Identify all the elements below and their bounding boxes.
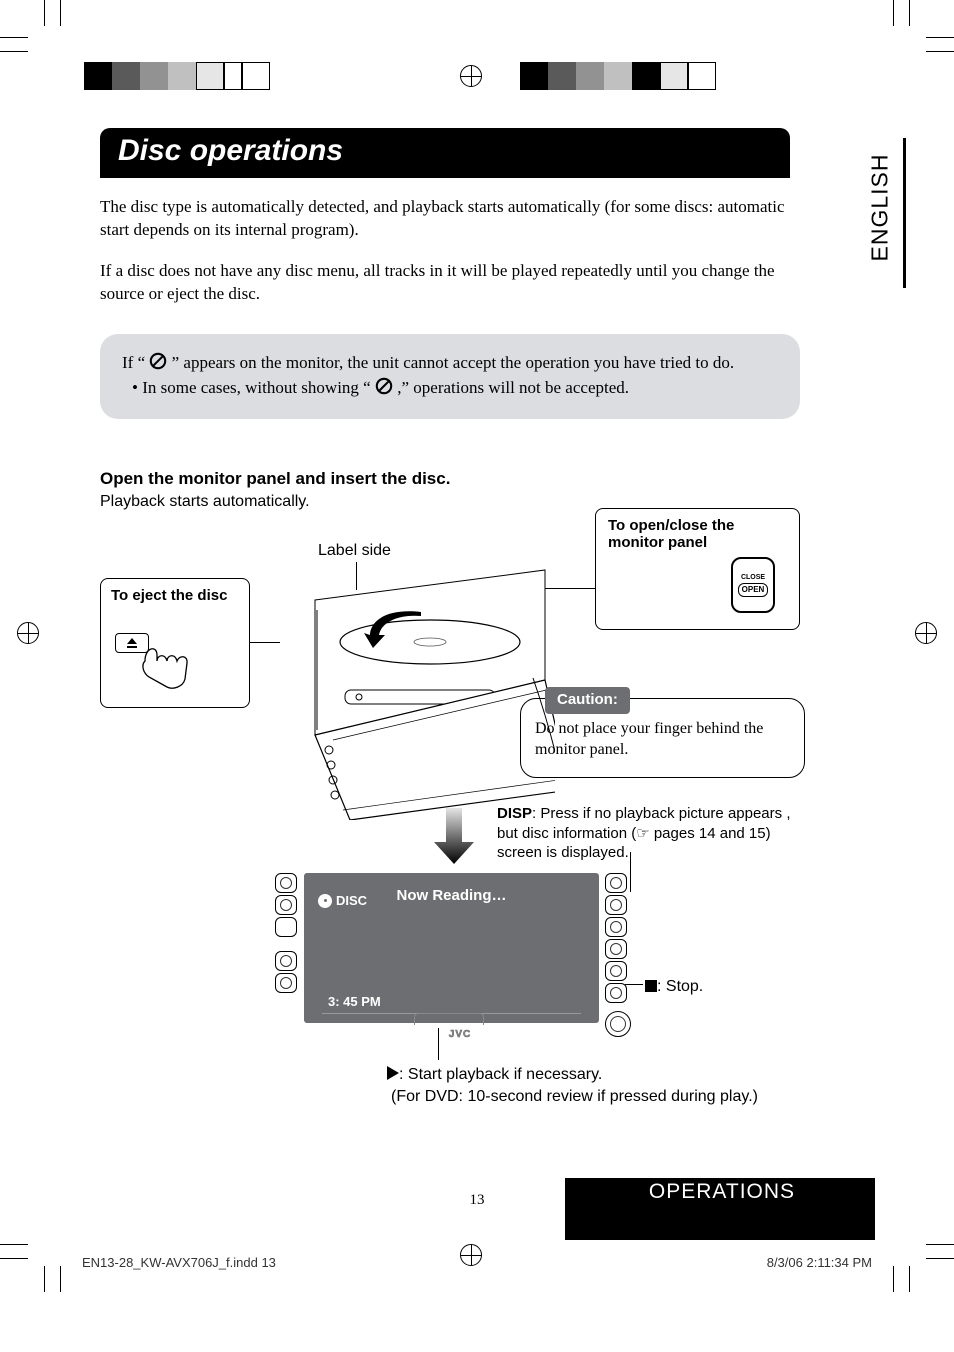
disc-text: DISC [336, 893, 367, 908]
registration-mark-icon [915, 622, 937, 644]
play-note: : Start playback if necessary. (For DVD:… [387, 1064, 758, 1107]
screen-mock: DISC Now Reading… 3: 45 PM JVC [275, 873, 645, 1033]
right-side-buttons [605, 873, 627, 1037]
side-button[interactable] [605, 895, 627, 915]
eject-title: To eject the disc [111, 587, 239, 604]
note-bullet-post: ,” operations will not be accepted. [397, 378, 629, 397]
play-icon [387, 1066, 399, 1080]
arrow-down-icon [434, 808, 474, 864]
open-close-title: To open/close the monitor panel [608, 517, 787, 551]
pointing-finger-icon [139, 643, 189, 693]
open-btn-open-label: OPEN [738, 583, 769, 597]
disc-icon [318, 894, 332, 908]
volume-dial[interactable] [605, 1011, 631, 1037]
registration-mark-icon [460, 1244, 482, 1266]
stop-text: : Stop. [657, 978, 703, 995]
side-button[interactable] [275, 917, 297, 937]
page-number: 13 [470, 1192, 485, 1209]
registration-mark-icon [17, 622, 39, 644]
play-line1: : Start playback if necessary. [399, 1066, 602, 1083]
play-line2: (For DVD: 10-second review if pressed du… [387, 1088, 758, 1105]
side-button[interactable] [605, 939, 627, 959]
crop-marks-top [20, 25, 934, 81]
language-label: ENGLISH [867, 162, 894, 262]
open-btn-close-label: CLOSE [741, 574, 765, 581]
footer-timestamp: 8/3/06 2:11:34 PM [767, 1255, 872, 1270]
caution-badge: Caution: [545, 687, 630, 714]
language-tab: ENGLISH [856, 138, 906, 288]
lcd-screen: DISC Now Reading… 3: 45 PM [304, 873, 599, 1023]
intro-paragraph-2: If a disc does not have any disc menu, a… [100, 260, 790, 306]
disp-note: DISP: Press if no playback picture appea… [497, 804, 802, 863]
eject-icon [126, 638, 138, 648]
disp-text: : Press if no playback picture appears ,… [497, 805, 790, 861]
left-side-buttons [275, 873, 297, 993]
label-side-text: Label side [318, 542, 391, 560]
side-button[interactable] [605, 917, 627, 937]
footer-file-label: EN13-28_KW-AVX706J_f.indd 13 [82, 1255, 276, 1270]
disc-indicator: DISC [318, 893, 367, 908]
page-title: Disc operations [100, 128, 790, 178]
eject-callout: To eject the disc [100, 578, 250, 708]
prohibited-icon [375, 377, 393, 395]
head-unit-illustration [255, 560, 555, 820]
open-close-callout: To open/close the monitor panel CLOSE OP… [595, 508, 800, 630]
registration-mark-icon [460, 65, 482, 87]
note-box: If “ ” appears on the monitor, the unit … [100, 334, 800, 419]
stop-note: : Stop. [645, 978, 703, 996]
side-button[interactable] [275, 873, 297, 893]
screen-status: Now Reading… [396, 887, 506, 904]
open-close-button[interactable]: CLOSE OPEN [731, 557, 775, 613]
side-button[interactable] [275, 951, 297, 971]
side-button[interactable] [605, 873, 627, 893]
screen-time: 3: 45 PM [328, 994, 381, 1009]
section-heading: Open the monitor panel and insert the di… [100, 469, 886, 489]
intro-paragraph-1: The disc type is automatically detected,… [100, 196, 790, 242]
operations-label: OPERATIONS [568, 1180, 876, 1204]
stop-icon [645, 980, 657, 992]
side-button[interactable] [605, 961, 627, 981]
diagram-area: Label side To eject the disc To open/clo… [100, 508, 800, 1128]
note-line1-post: ” appears on the monitor, the unit canno… [172, 353, 735, 372]
side-button[interactable] [275, 895, 297, 915]
jvc-logo: JVC [449, 1029, 471, 1040]
side-button[interactable] [275, 973, 297, 993]
caution-text: Do not place your finger behind the moni… [535, 719, 790, 761]
caution-callout: Caution: Do not place your finger behind… [520, 698, 805, 778]
note-line1-pre: If “ [122, 353, 145, 372]
disp-label: DISP [497, 805, 532, 822]
prohibited-icon [149, 352, 167, 370]
side-button[interactable] [605, 983, 627, 1003]
note-bullet-pre: • In some cases, without showing “ [132, 378, 371, 397]
